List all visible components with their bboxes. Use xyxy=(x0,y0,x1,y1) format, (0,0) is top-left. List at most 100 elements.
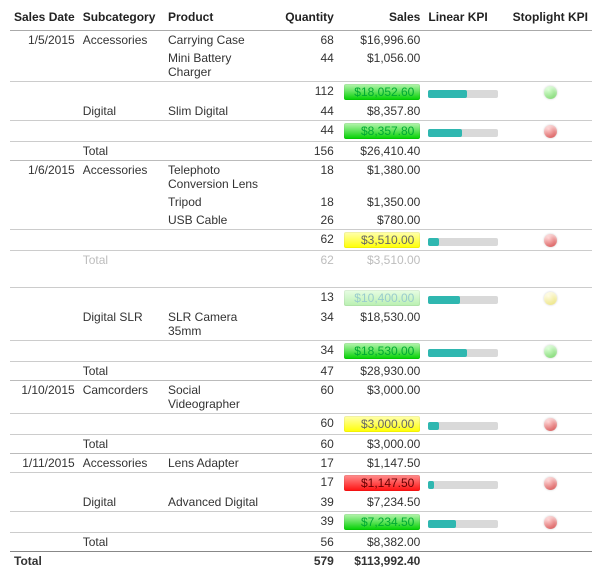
linear-kpi-bar xyxy=(424,230,508,251)
total-label: Total xyxy=(79,142,164,161)
col-product: Product xyxy=(164,6,274,31)
sales-date-cell: 1/11/2015 xyxy=(10,454,79,473)
quantity-cell: 13 xyxy=(274,288,338,309)
quantity-cell: 62 xyxy=(274,251,338,270)
date-total-row: Total 60 $3,000.00 xyxy=(10,435,592,454)
product-cell: Lens Adapter xyxy=(164,454,274,473)
quantity-cell: 39 xyxy=(274,493,338,512)
sales-date-cell: 1/6/2015 xyxy=(10,161,79,194)
subcategory-subtotal-row: 62 $3,510.00 xyxy=(10,230,592,251)
subcategory-subtotal-row: 17 $1,147.50 xyxy=(10,473,592,494)
subcategory-cell: Digital xyxy=(79,102,164,121)
sales-kpi-pill: $7,234.50 xyxy=(338,512,425,533)
subcategory-cell: Digital xyxy=(79,493,164,512)
quantity-cell: 60 xyxy=(274,381,338,414)
table-row xyxy=(10,269,592,288)
date-total-row: Total 156 $26,410.40 xyxy=(10,142,592,161)
subcategory-cell: Accessories xyxy=(79,31,164,50)
quantity-cell: 56 xyxy=(274,533,338,552)
quantity-cell: 47 xyxy=(274,362,338,381)
subcategory-subtotal-row: 39 $7,234.50 xyxy=(10,512,592,533)
quantity-cell: 44 xyxy=(274,102,338,121)
sales-cell: $28,930.00 xyxy=(338,362,425,381)
subcategory-cell: Camcorders xyxy=(79,381,164,414)
total-label: Total xyxy=(79,435,164,454)
stoplight-icon xyxy=(544,516,557,529)
grand-total-row: Total 579 $113,992.40 xyxy=(10,552,592,571)
sales-cell: $8,357.80 xyxy=(338,102,425,121)
sales-kpi-report: Sales Date Subcategory Product Quantity … xyxy=(0,0,602,580)
product-cell: Tripod xyxy=(164,193,274,211)
stoplight-icon xyxy=(544,477,557,490)
sales-cell: $1,056.00 xyxy=(338,49,425,82)
total-label: Total xyxy=(10,552,79,571)
quantity-cell: 39 xyxy=(274,512,338,533)
sales-kpi-pill: $18,052.60 xyxy=(338,82,425,103)
total-label: Total xyxy=(79,533,164,552)
table-row: 1/10/2015 Camcorders Social Videographer… xyxy=(10,381,592,414)
report-table: Sales Date Subcategory Product Quantity … xyxy=(10,6,592,570)
subcategory-cell: Accessories xyxy=(79,454,164,473)
quantity-cell: 60 xyxy=(274,435,338,454)
subcategory-cell: Accessories xyxy=(79,161,164,194)
quantity-cell: 17 xyxy=(274,454,338,473)
sales-cell: $3,510.00 xyxy=(338,251,425,270)
sales-date-cell: 1/5/2015 xyxy=(10,31,79,50)
quantity-cell: 17 xyxy=(274,473,338,494)
table-row: Digital SLR SLR Camera 35mm 34 $18,530.0… xyxy=(10,308,592,341)
subcategory-subtotal-row: 13 $10,400.00 xyxy=(10,288,592,309)
faded-total-row: Total 62 $3,510.00 xyxy=(10,251,592,270)
product-cell: Slim Digital xyxy=(164,102,274,121)
sales-cell: $1,350.00 xyxy=(338,193,425,211)
product-cell: SLR Camera 35mm xyxy=(164,308,274,341)
col-linear-kpi: Linear KPI xyxy=(424,6,508,31)
header-row: Sales Date Subcategory Product Quantity … xyxy=(10,6,592,31)
sales-cell: $780.00 xyxy=(338,211,425,230)
quantity-cell: 18 xyxy=(274,161,338,194)
table-row: Digital Advanced Digital 39 $7,234.50 xyxy=(10,493,592,512)
quantity-cell: 44 xyxy=(274,121,338,142)
product-cell: USB Cable xyxy=(164,211,274,230)
col-sales: Sales xyxy=(338,6,425,31)
sales-cell: $8,382.00 xyxy=(338,533,425,552)
sales-cell: $16,996.60 xyxy=(338,31,425,50)
quantity-cell: 579 xyxy=(274,552,338,571)
table-row: Mini Battery Charger 44 $1,056.00 xyxy=(10,49,592,82)
sales-cell: $113,992.40 xyxy=(338,552,425,571)
linear-kpi-bar xyxy=(424,414,508,435)
stoplight-icon xyxy=(544,86,557,99)
table-row: Tripod 18 $1,350.00 xyxy=(10,193,592,211)
table-row: 1/6/2015 Accessories Telephoto Conversio… xyxy=(10,161,592,194)
linear-kpi-bar xyxy=(424,341,508,362)
date-total-row: Total 47 $28,930.00 xyxy=(10,362,592,381)
table-row: USB Cable 26 $780.00 xyxy=(10,211,592,230)
quantity-cell: 34 xyxy=(274,308,338,341)
linear-kpi-bar xyxy=(424,288,508,309)
sales-kpi-pill: $1,147.50 xyxy=(338,473,425,494)
quantity-cell: 156 xyxy=(274,142,338,161)
product-cell: Telephoto Conversion Lens xyxy=(164,161,274,194)
quantity-cell: 68 xyxy=(274,31,338,50)
linear-kpi-bar xyxy=(424,121,508,142)
sales-kpi-pill: $18,530.00 xyxy=(338,341,425,362)
date-total-row: Total 56 $8,382.00 xyxy=(10,533,592,552)
sales-cell: $18,530.00 xyxy=(338,308,425,341)
subcategory-subtotal-row: 44 $8,357.80 xyxy=(10,121,592,142)
quantity-cell: 44 xyxy=(274,49,338,82)
quantity-cell: 34 xyxy=(274,341,338,362)
col-subcategory: Subcategory xyxy=(79,6,164,31)
subcategory-cell: Digital SLR xyxy=(79,308,164,341)
sales-cell: $1,147.50 xyxy=(338,454,425,473)
quantity-cell: 60 xyxy=(274,414,338,435)
sales-kpi-pill: $3,510.00 xyxy=(338,230,425,251)
stoplight-icon xyxy=(544,234,557,247)
sales-kpi-pill: $10,400.00 xyxy=(338,288,425,309)
total-label: Total xyxy=(79,251,164,270)
sales-date-cell: 1/10/2015 xyxy=(10,381,79,414)
table-row: Digital Slim Digital 44 $8,357.80 xyxy=(10,102,592,121)
col-sales-date: Sales Date xyxy=(10,6,79,31)
product-cell: Social Videographer xyxy=(164,381,274,414)
linear-kpi-bar xyxy=(424,82,508,103)
sales-cell: $7,234.50 xyxy=(338,493,425,512)
subcategory-subtotal-row: 34 $18,530.00 xyxy=(10,341,592,362)
